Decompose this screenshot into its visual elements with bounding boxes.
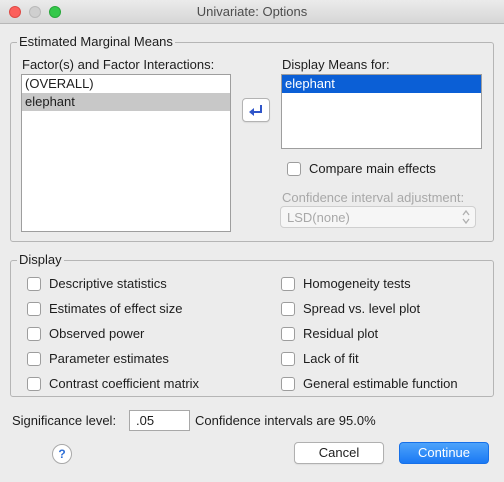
observed-power-label: Observed power bbox=[49, 326, 145, 341]
effect-size-label: Estimates of effect size bbox=[49, 301, 183, 316]
ci-adjustment-value: LSD(none) bbox=[287, 210, 350, 225]
confidence-intervals-text: Confidence intervals are 95.0% bbox=[195, 413, 376, 428]
emm-legend: Estimated Marginal Means bbox=[17, 34, 175, 49]
help-button[interactable]: ? bbox=[52, 444, 72, 464]
factors-listbox[interactable]: (OVERALL) elephant bbox=[21, 74, 231, 232]
updown-chevron-icon bbox=[462, 209, 470, 225]
spread-level-plot-label: Spread vs. level plot bbox=[303, 301, 421, 316]
compare-main-effects-checkbox[interactable] bbox=[287, 162, 301, 176]
display-legend: Display bbox=[17, 252, 64, 267]
lack-of-fit-checkbox[interactable] bbox=[281, 352, 295, 366]
residual-plot-label: Residual plot bbox=[303, 326, 379, 341]
effect-size-checkbox[interactable] bbox=[27, 302, 41, 316]
compare-main-effects-label: Compare main effects bbox=[309, 161, 436, 176]
help-icon: ? bbox=[58, 447, 66, 461]
ci-adjustment-select[interactable]: LSD(none) bbox=[280, 206, 476, 228]
move-to-display-button[interactable] bbox=[242, 98, 270, 122]
factors-label: Factor(s) and Factor Interactions: bbox=[22, 57, 215, 72]
display-means-listbox[interactable]: elephant bbox=[281, 74, 482, 149]
cancel-button[interactable]: Cancel bbox=[294, 442, 384, 464]
general-estimable-function-checkbox[interactable] bbox=[281, 377, 295, 391]
factor-item-overall[interactable]: (OVERALL) bbox=[22, 75, 230, 93]
factor-item-elephant[interactable]: elephant bbox=[22, 93, 230, 111]
parameter-estimates-label: Parameter estimates bbox=[49, 351, 169, 366]
significance-level-label: Significance level: bbox=[12, 413, 117, 428]
homogeneity-tests-checkbox[interactable] bbox=[281, 277, 295, 291]
observed-power-checkbox[interactable] bbox=[27, 327, 41, 341]
significance-level-input[interactable]: .05 bbox=[129, 410, 190, 431]
lack-of-fit-label: Lack of fit bbox=[303, 351, 359, 366]
display-means-label: Display Means for: bbox=[282, 57, 390, 72]
continue-button[interactable]: Continue bbox=[399, 442, 489, 464]
spread-level-plot-checkbox[interactable] bbox=[281, 302, 295, 316]
descriptive-statistics-checkbox[interactable] bbox=[27, 277, 41, 291]
contrast-coefficient-matrix-checkbox[interactable] bbox=[27, 377, 41, 391]
ci-adjustment-label: Confidence interval adjustment: bbox=[282, 190, 465, 205]
arrow-left-icon bbox=[249, 105, 262, 116]
general-estimable-function-label: General estimable function bbox=[303, 376, 458, 391]
contrast-coefficient-matrix-label: Contrast coefficient matrix bbox=[49, 376, 200, 391]
parameter-estimates-checkbox[interactable] bbox=[27, 352, 41, 366]
descriptive-statistics-label: Descriptive statistics bbox=[49, 276, 167, 291]
window-title: Univariate: Options bbox=[196, 4, 308, 19]
title-bar: Univariate: Options bbox=[0, 0, 504, 24]
homogeneity-tests-label: Homogeneity tests bbox=[303, 276, 411, 291]
display-item-elephant[interactable]: elephant bbox=[282, 75, 481, 93]
residual-plot-checkbox[interactable] bbox=[281, 327, 295, 341]
